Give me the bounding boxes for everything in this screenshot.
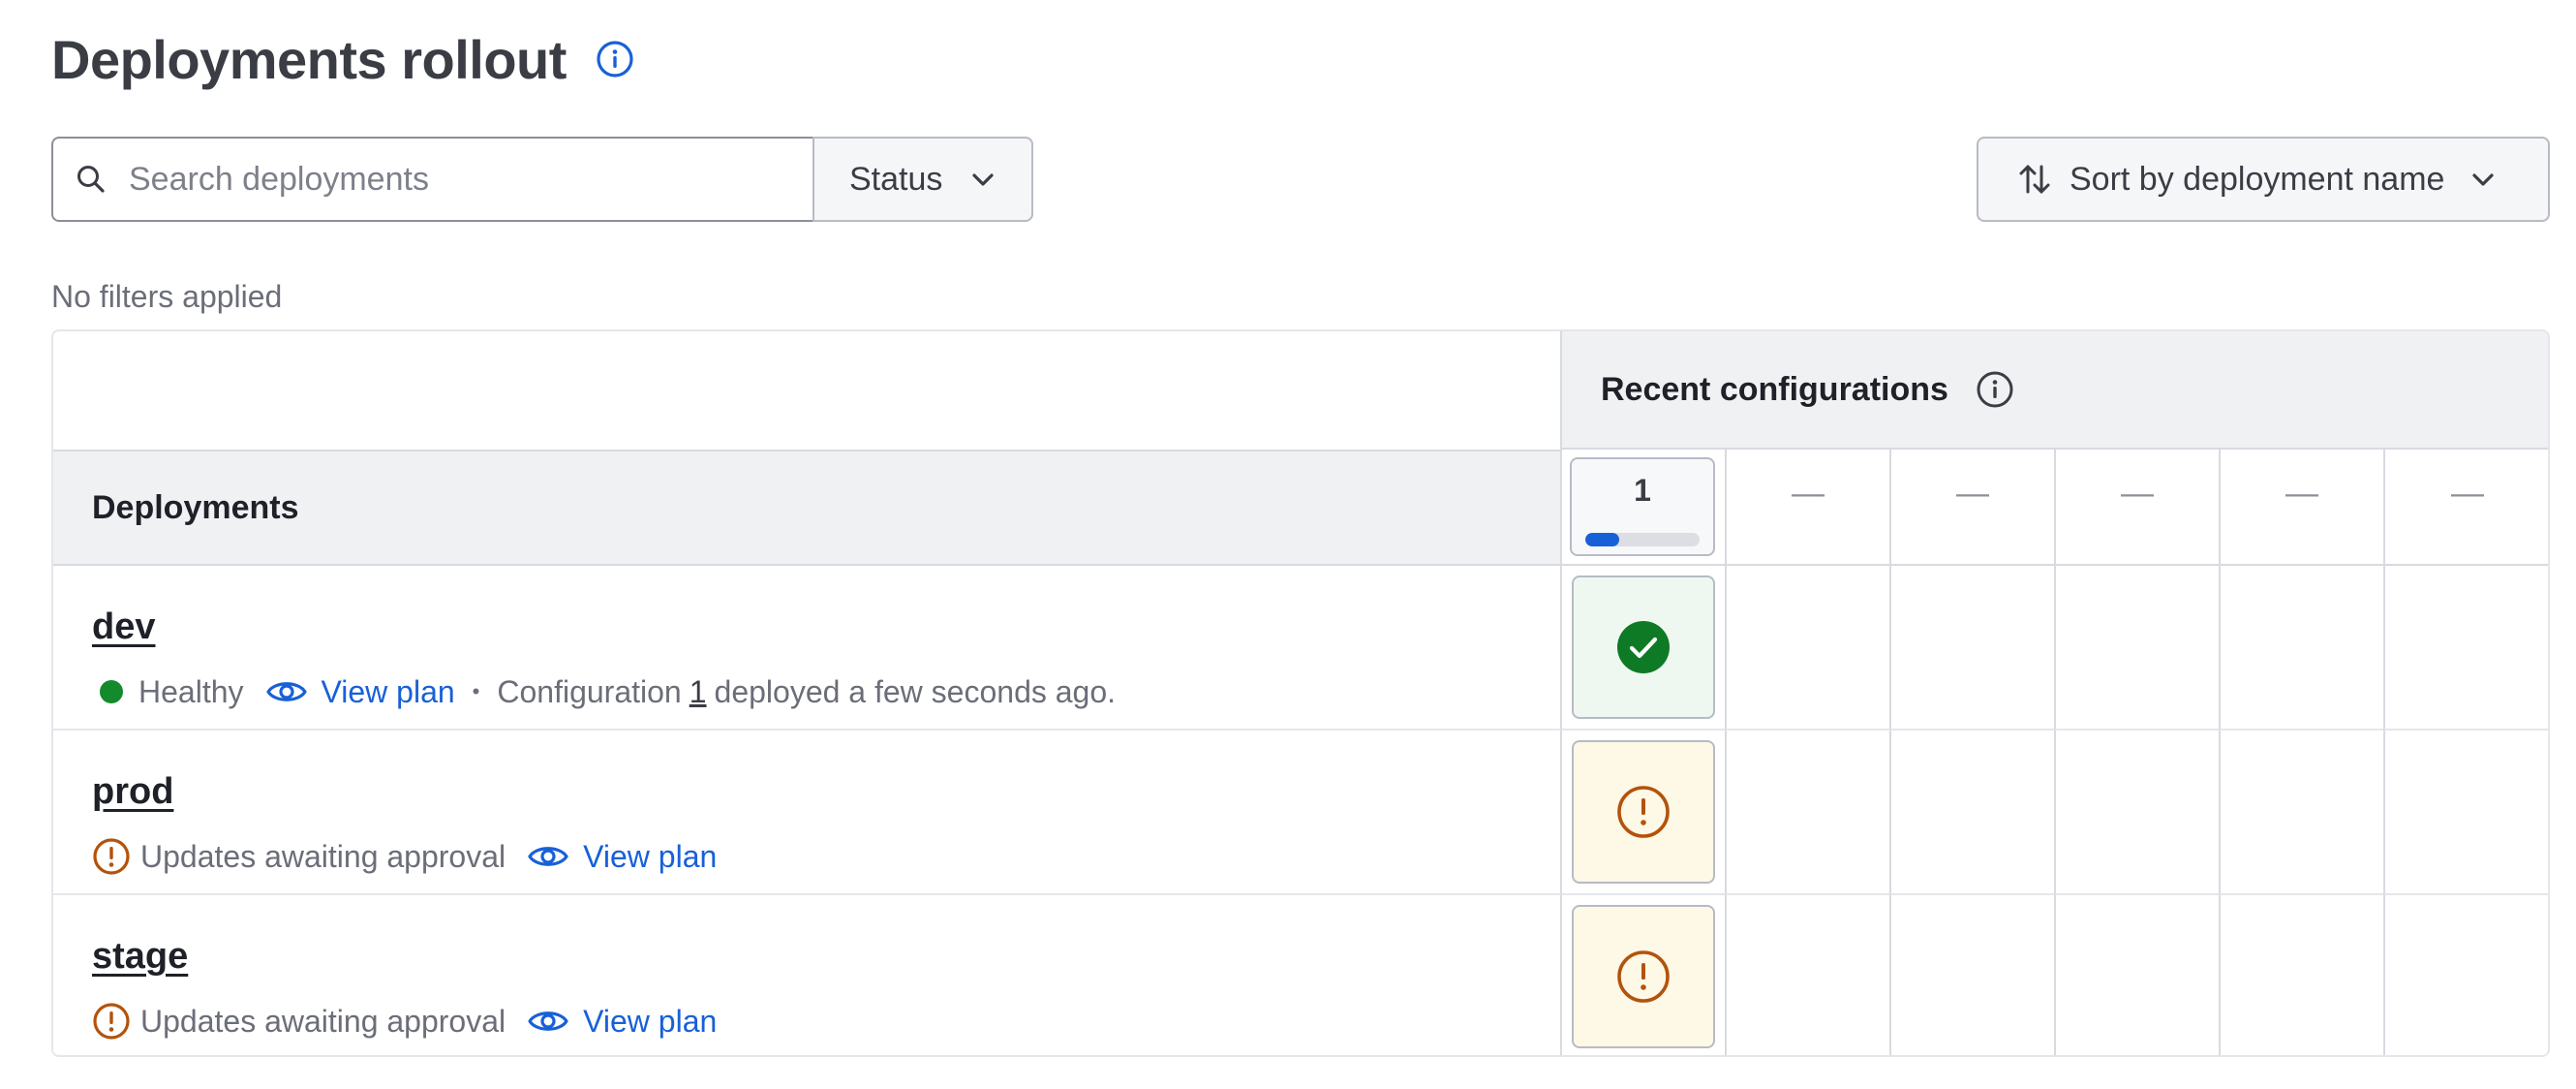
empty-configuration-dash: — <box>1792 475 1825 512</box>
configuration-cell <box>2054 731 2219 895</box>
configuration-card[interactable]: 1 <box>1570 457 1715 556</box>
configuration-cell <box>2383 731 2548 895</box>
status-filter-button[interactable]: Status <box>813 137 1033 222</box>
configuration-cell <box>1725 895 1889 1055</box>
deployments-column-header: Deployments <box>53 450 1560 566</box>
status-text: Updates awaiting approval <box>140 838 506 874</box>
configuration-column-header: — <box>2219 450 2383 566</box>
table-row: stage Updates awaiting approval View pla… <box>53 895 1560 1055</box>
empty-configuration-dash: — <box>2285 475 2318 512</box>
status-text: Updates awaiting approval <box>140 1003 506 1039</box>
empty-configuration-dash: — <box>1956 475 1989 512</box>
title-row: Deployments rollout <box>51 25 636 93</box>
table-row: dev Healthy View plan • Configuration 1 … <box>53 566 1560 731</box>
recent-configurations-header: Recent configurations <box>1560 331 2548 450</box>
configuration-cell <box>1560 731 1725 895</box>
warning-circle-icon <box>1617 950 1670 1003</box>
warning-circle-icon <box>1617 786 1670 838</box>
deployment-name-link[interactable]: prod <box>92 771 173 813</box>
view-plan-link[interactable]: View plan <box>527 835 717 878</box>
configuration-cell <box>2219 566 2383 731</box>
view-plan-label: View plan <box>321 673 455 709</box>
table-row: prod Updates awaiting approval View plan <box>53 731 1560 895</box>
eye-icon <box>527 835 569 878</box>
sort-label: Sort by deployment name <box>2070 160 2445 198</box>
configuration-prefix: Configuration <box>497 673 682 709</box>
page-title: Deployments rollout <box>51 28 567 90</box>
deployments-table: Recent configurations Deployments 1 — — … <box>51 329 2550 1057</box>
configuration-cell <box>1889 731 2054 895</box>
status-text: Healthy <box>138 673 244 709</box>
configuration-progress-fill <box>1585 533 1620 546</box>
view-plan-link[interactable]: View plan <box>265 670 455 713</box>
configuration-cell <box>2054 566 2219 731</box>
recent-configurations-label: Recent configurations <box>1601 370 1948 408</box>
empty-configuration-dash: — <box>2451 475 2484 512</box>
deployment-name-link[interactable]: stage <box>92 936 188 978</box>
view-plan-label: View plan <box>583 838 718 874</box>
view-plan-link[interactable]: View plan <box>527 1000 717 1042</box>
configuration-column-header: — <box>1889 450 2054 566</box>
status-filter-label: Status <box>849 160 943 198</box>
table-corner <box>53 331 1560 450</box>
deployment-warning-card[interactable] <box>1572 740 1715 884</box>
view-plan-label: View plan <box>583 1003 718 1039</box>
configuration-column-header: — <box>2383 450 2548 566</box>
configuration-cell <box>1725 566 1889 731</box>
deployments-header-label: Deployments <box>92 488 299 526</box>
configuration-column-header: — <box>2054 450 2219 566</box>
deployment-name-link[interactable]: dev <box>92 607 155 648</box>
deployment-warning-card[interactable] <box>1572 905 1715 1048</box>
configuration-number: 1 <box>1634 473 1651 508</box>
configuration-cell <box>2219 895 2383 1055</box>
configuration-cell <box>1725 731 1889 895</box>
search-box <box>51 137 813 222</box>
configuration-column-header: 1 <box>1560 450 1725 566</box>
search-input[interactable] <box>127 159 789 200</box>
info-icon[interactable] <box>1974 368 2016 411</box>
eye-icon <box>527 1000 569 1042</box>
configuration-progress-bar <box>1585 533 1700 546</box>
healthy-status-dot <box>100 680 123 703</box>
search-icon <box>75 163 107 196</box>
check-circle-icon <box>1617 621 1670 673</box>
eye-icon <box>265 670 308 713</box>
chevron-down-icon <box>2468 164 2499 195</box>
chevron-down-icon <box>967 164 998 195</box>
configuration-cell <box>2383 566 2548 731</box>
configuration-cell <box>1560 895 1725 1055</box>
configuration-column-header: — <box>1725 450 1889 566</box>
deployment-success-card[interactable] <box>1572 576 1715 719</box>
info-icon[interactable] <box>594 38 636 80</box>
deployment-time-text: deployed a few seconds ago. <box>714 673 1117 709</box>
configuration-cell <box>2219 731 2383 895</box>
filters-summary: No filters applied <box>51 279 283 314</box>
deployment-status-line: Healthy View plan • Configuration 1 depl… <box>92 670 1116 713</box>
deployment-status-line: Updates awaiting approval View plan <box>92 1000 717 1042</box>
sort-icon <box>2015 160 2054 199</box>
sort-button[interactable]: Sort by deployment name <box>1977 137 2550 222</box>
configuration-cell <box>1889 895 2054 1055</box>
empty-configuration-dash: — <box>2121 475 2154 512</box>
configuration-cell <box>1560 566 1725 731</box>
page: Deployments rollout Status Sort by deplo… <box>51 0 2550 1089</box>
configuration-cell <box>1889 566 2054 731</box>
warning-icon <box>92 1002 131 1041</box>
configuration-number-link[interactable]: 1 <box>690 674 707 710</box>
deployment-status-line: Updates awaiting approval View plan <box>92 835 717 878</box>
configuration-cell <box>2383 895 2548 1055</box>
warning-icon <box>92 837 131 876</box>
configuration-cell <box>2054 895 2219 1055</box>
separator-dot: • <box>472 679 480 703</box>
